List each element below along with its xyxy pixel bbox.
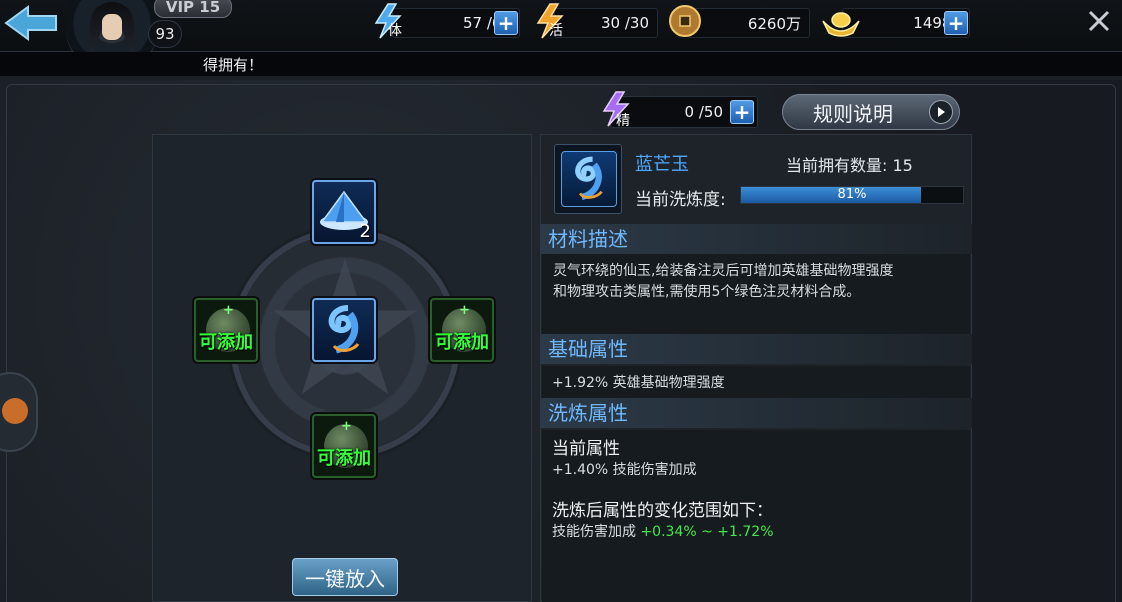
refine-degree-label: 当前洗炼度:: [635, 190, 726, 210]
current-attr-value: +1.40% 技能伤害加成: [552, 462, 697, 478]
range-line: 技能伤害加成 +0.34% ~ +1.72%: [552, 521, 774, 541]
add-gold-button[interactable]: +: [944, 11, 968, 35]
side-menu-handle[interactable]: [0, 372, 38, 452]
stamina-label: 体: [388, 23, 402, 39]
base-attr-value: +1.92% 英雄基础物理强度: [552, 375, 725, 391]
slot-add-label: 可添加: [317, 448, 371, 469]
refine-section-title: 洗炼属性: [540, 398, 972, 428]
material-slot-left[interactable]: + 可添加: [194, 298, 258, 362]
gold-ingot-icon: [820, 6, 862, 40]
vip-badge[interactable]: VIP 15: [154, 0, 232, 18]
current-attr-label: 当前属性: [552, 439, 620, 459]
slot-count: 2: [359, 221, 371, 242]
slot-add-label: 可添加: [435, 332, 489, 353]
base-section-title: 基础属性: [540, 334, 972, 364]
back-arrow-icon: [4, 5, 57, 41]
rules-button[interactable]: 规则说明: [782, 94, 960, 130]
jade-item-icon: [561, 151, 617, 207]
close-icon: [1088, 10, 1110, 32]
ticker-text: 得拥有！: [203, 56, 264, 74]
close-button[interactable]: [1082, 4, 1116, 38]
material-slot-center[interactable]: [312, 298, 376, 362]
material-slot-bottom[interactable]: + 可添加: [312, 414, 376, 478]
material-slot-top[interactable]: 2: [312, 180, 376, 244]
energy-label: 活: [549, 23, 563, 39]
item-owned-count: 当前拥有数量: 15: [786, 156, 913, 175]
rules-label: 规则说明: [813, 101, 893, 126]
coins-value: 6260万: [688, 8, 810, 38]
range-label: 洗炼后属性的变化范围如下：: [552, 501, 773, 521]
chevron-right-icon: [929, 100, 953, 124]
slot-add-label: 可添加: [199, 332, 253, 353]
refine-progress-text: 81%: [837, 187, 867, 202]
player-level: 93: [148, 20, 182, 48]
announcement-ticker: 得拥有！: [0, 52, 1122, 76]
add-stamina-button[interactable]: +: [494, 11, 518, 35]
one-key-fill-button[interactable]: 一键放入: [292, 558, 398, 596]
essence-label: 精: [616, 113, 630, 129]
item-name: 蓝芒玉: [635, 154, 689, 175]
energy-value: 30 /30: [554, 8, 658, 38]
desc-line-1: 灵气环绕的仙玉,给装备注灵后可增加英雄基础物理强度: [553, 263, 894, 279]
range-values: +0.34% ~ +1.72%: [640, 524, 774, 540]
material-slot-right[interactable]: + 可添加: [430, 298, 494, 362]
add-essence-button[interactable]: +: [730, 100, 754, 124]
desc-section-title: 材料描述: [540, 224, 972, 254]
refine-progress-bar: 81%: [740, 186, 964, 204]
back-button[interactable]: [0, 0, 62, 46]
jade-item-icon: [328, 305, 360, 354]
copper-coin-icon: [668, 4, 702, 38]
desc-line-2: 和物理攻击类属性,需使用5个绿色注灵材料合成。: [553, 284, 861, 300]
item-frame[interactable]: [554, 144, 622, 214]
range-prefix: 技能伤害加成: [552, 524, 636, 540]
